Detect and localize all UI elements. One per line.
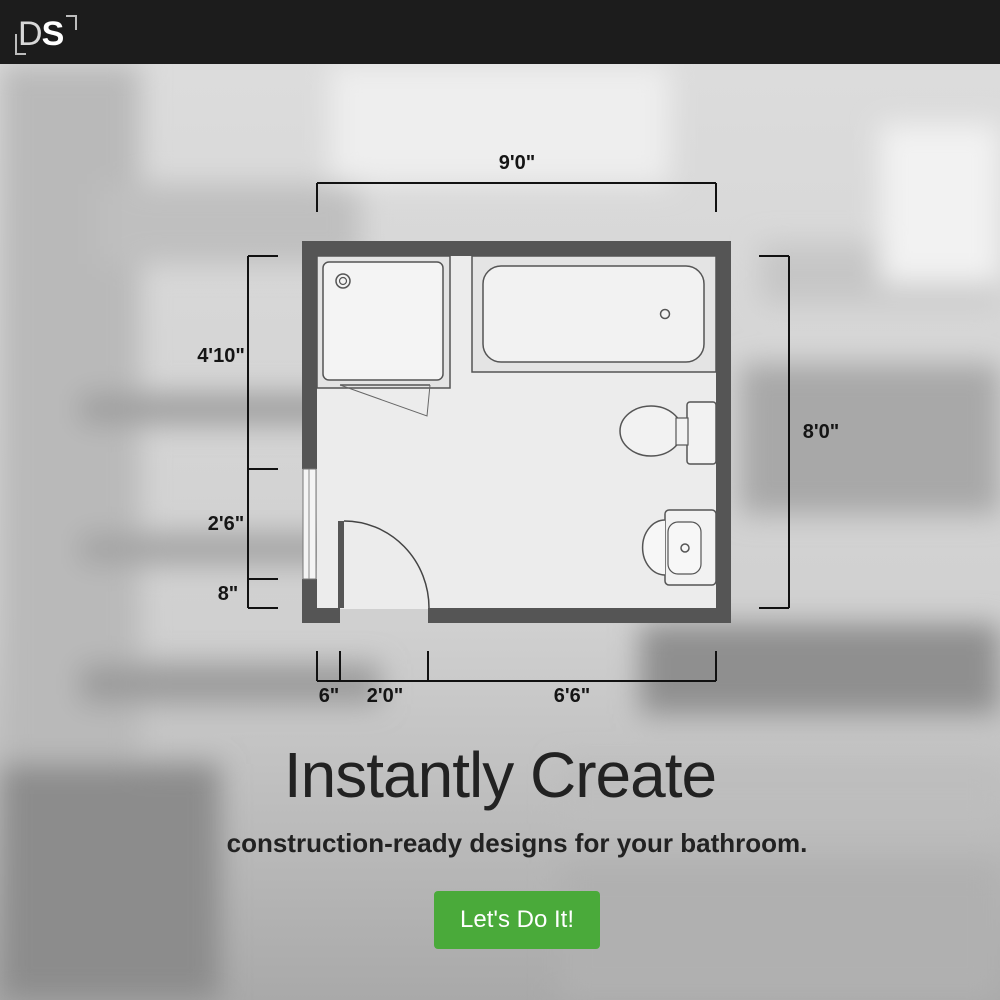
ds-logo[interactable]: DS xyxy=(12,12,78,56)
top-bar: DS xyxy=(0,0,1000,64)
hero-headline: Instantly Create xyxy=(283,739,717,811)
lets-do-it-button[interactable]: Let's Do It! xyxy=(434,891,600,949)
dim-left-lower: 8" xyxy=(217,583,239,605)
dim-right-height: 8'0" xyxy=(802,421,840,443)
dim-left-upper: 4'10" xyxy=(197,345,245,367)
logo-text: DS xyxy=(18,14,65,54)
dim-top-width: 9'0" xyxy=(498,152,536,174)
window xyxy=(302,468,317,580)
hero-subheadline: construction-ready designs for your bath… xyxy=(226,828,808,858)
logo-letter-s: S xyxy=(41,15,65,53)
dim-bottom-door: 2'0" xyxy=(366,685,404,707)
logo-letter-d: D xyxy=(18,15,43,53)
dim-left-middle: 2'6" xyxy=(207,513,245,535)
dim-bottom-right: 6'6" xyxy=(553,685,591,707)
bathtub xyxy=(471,255,717,373)
